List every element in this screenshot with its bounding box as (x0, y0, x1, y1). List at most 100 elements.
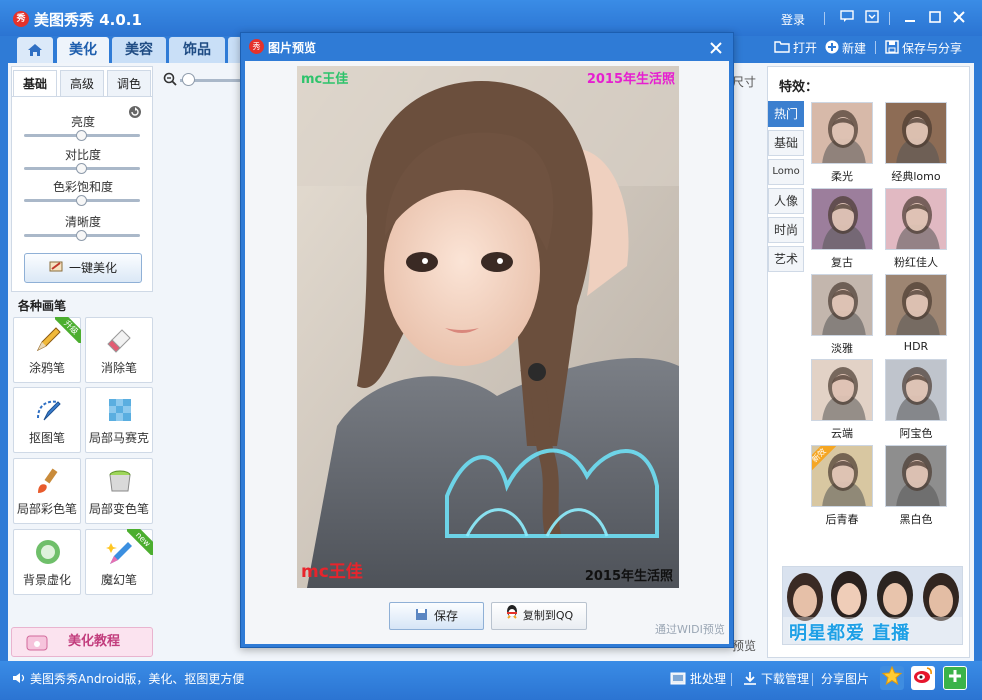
app-logo-icon: 秀 (13, 11, 29, 27)
share-image-label: 分享图片 (821, 672, 870, 686)
adjust-panel: 基础 高级 调色 亮度 对比度 色彩饱和度 清晰度 一键美化 (11, 66, 153, 292)
login-link[interactable]: 登录 (781, 11, 805, 28)
size-hint[interactable]: 尺寸 (732, 73, 756, 90)
dialog-close-icon[interactable] (709, 36, 723, 60)
app-title: 美图秀秀 4.0.1 (34, 11, 142, 29)
copy-to-qq-label: 复制到QQ (522, 609, 574, 622)
share-more-button[interactable] (943, 666, 967, 690)
title-bar: 秀 美图秀秀 4.0.1 登录 (0, 0, 982, 36)
effect-thumbnail: 新效 (811, 445, 873, 507)
blur-lens-icon (36, 540, 60, 564)
slider-thumb[interactable] (76, 130, 87, 141)
effect-hdr[interactable]: HDR (885, 274, 947, 353)
celebrity-live-banner[interactable]: 明星都爱 直播 (782, 566, 963, 645)
compare-hint[interactable]: 预览 (732, 637, 756, 654)
upgrade-badge: 升级 (55, 317, 81, 343)
effect-preview-portrait (812, 189, 872, 249)
beautify-tutorial-button[interactable]: 美化教程 (11, 627, 153, 657)
download-manager-button[interactable]: 下载管理 (743, 670, 809, 688)
brush-magic[interactable]: new 魔幻笔 (85, 529, 153, 595)
effect-pink-lady[interactable]: 粉红佳人 (885, 188, 947, 270)
zoom-slider-thumb[interactable] (182, 73, 195, 86)
brush-eraser[interactable]: 消除笔 (85, 317, 153, 383)
effect-label: 阿宝色 (899, 427, 933, 440)
batch-process-button[interactable]: 批处理 (670, 670, 726, 688)
brush-mosaic[interactable]: 局部马赛克 (85, 387, 153, 453)
save-disk-icon (415, 604, 428, 630)
saturation-slider[interactable] (24, 195, 140, 206)
category-basic[interactable]: 基础 (768, 130, 804, 156)
save-button[interactable]: 保存 (389, 602, 484, 630)
effect-elegant[interactable]: 淡雅 (811, 274, 873, 356)
category-art[interactable]: 艺术 (768, 246, 804, 272)
effect-vintage[interactable]: 复古 (811, 188, 873, 270)
open-button[interactable]: 打开 (774, 40, 817, 56)
chat-icon[interactable] (840, 10, 854, 24)
sharpness-slider[interactable] (24, 230, 140, 241)
slider-thumb[interactable] (76, 230, 87, 241)
brush-label: 局部变色笔 (88, 502, 149, 516)
dialog-logo-icon: 秀 (249, 39, 264, 54)
home-tab[interactable] (17, 37, 53, 63)
subtab-basic[interactable]: 基础 (13, 70, 57, 96)
weibo-icon (914, 667, 932, 683)
effect-label: 云端 (831, 427, 853, 440)
tab-beautify[interactable]: 美化 (57, 37, 109, 63)
tab-accessories[interactable]: 饰品 (169, 37, 225, 63)
category-portrait[interactable]: 人像 (768, 188, 804, 214)
effect-thumbnail (811, 359, 873, 421)
effect-preview-portrait (886, 275, 946, 335)
brush-label: 消除笔 (100, 361, 137, 375)
watermark-bottom-right: 2015年生活照 (584, 569, 673, 584)
slider-thumb[interactable] (76, 163, 87, 174)
brush-label: 涂鸦笔 (28, 361, 65, 375)
effect-cloud[interactable]: 云端 (811, 359, 873, 441)
effect-thumbnail (811, 188, 873, 250)
brightness-slider[interactable] (24, 130, 140, 141)
category-fashion[interactable]: 时尚 (768, 217, 804, 243)
share-weibo-button[interactable] (911, 666, 935, 690)
tab-face[interactable]: 美容 (112, 37, 166, 63)
widi-preview-link[interactable]: 通过WIDI预览 (655, 621, 725, 637)
minimize-icon[interactable] (903, 10, 917, 24)
effect-black-white[interactable]: 黑白色 (885, 445, 947, 527)
subtab-color[interactable]: 调色 (107, 70, 151, 96)
effect-soft-light[interactable]: 柔光 (811, 102, 873, 184)
brush-doodle[interactable]: 升级 涂鸦笔 (13, 317, 81, 383)
contrast-slider[interactable] (24, 163, 140, 174)
effect-classic-lomo[interactable]: 经典lomo (885, 102, 947, 184)
category-hot[interactable]: 热门 (768, 101, 804, 127)
copy-to-qq-button[interactable]: 复制到QQ (491, 602, 587, 630)
effect-label: 柔光 (831, 170, 853, 183)
maximize-icon[interactable] (928, 10, 942, 24)
skin-icon[interactable] (865, 10, 879, 24)
subtab-advanced[interactable]: 高级 (60, 70, 104, 96)
effect-thumbnail (885, 102, 947, 164)
brush-background-blur[interactable]: 背景虚化 (13, 529, 81, 595)
slider-label-brightness: 亮度 (70, 115, 95, 129)
action-separator (875, 41, 876, 54)
effect-youth[interactable]: 新效 后青春 (811, 445, 873, 527)
batch-icon (670, 671, 686, 688)
slider-label-sharpness: 清晰度 (64, 215, 101, 229)
android-promo-link[interactable]: 美图秀秀Android版，美化、抠图更方便 (12, 670, 244, 687)
paint-bucket-icon (109, 470, 131, 492)
slider-thumb[interactable] (76, 195, 87, 206)
close-icon[interactable] (952, 10, 966, 24)
effect-thumbnail (885, 445, 947, 507)
brush-cutout[interactable]: 抠图笔 (13, 387, 81, 453)
brush-local-recolor[interactable]: 局部变色笔 (85, 458, 153, 524)
category-lomo[interactable]: Lomo (768, 159, 804, 185)
share-qzone-button[interactable] (880, 665, 904, 690)
brush-local-color[interactable]: 局部彩色笔 (13, 458, 81, 524)
new-button[interactable]: 新建 (825, 40, 866, 56)
one-click-beautify-button[interactable]: 一键美化 (24, 253, 142, 283)
effect-thumbnail (811, 102, 873, 164)
zoom-out-icon[interactable] (163, 72, 177, 89)
dialog-body: mc王佳 2015年生活照 mc王佳 2015年生活照 保存 复制到QQ 通过W… (245, 61, 729, 644)
effect-abao[interactable]: 阿宝色 (885, 359, 947, 441)
save-share-button[interactable]: 保存与分享 (885, 40, 962, 56)
portrait-image (297, 66, 679, 588)
effect-label: 复古 (831, 256, 853, 269)
effect-preview-portrait (886, 103, 946, 163)
